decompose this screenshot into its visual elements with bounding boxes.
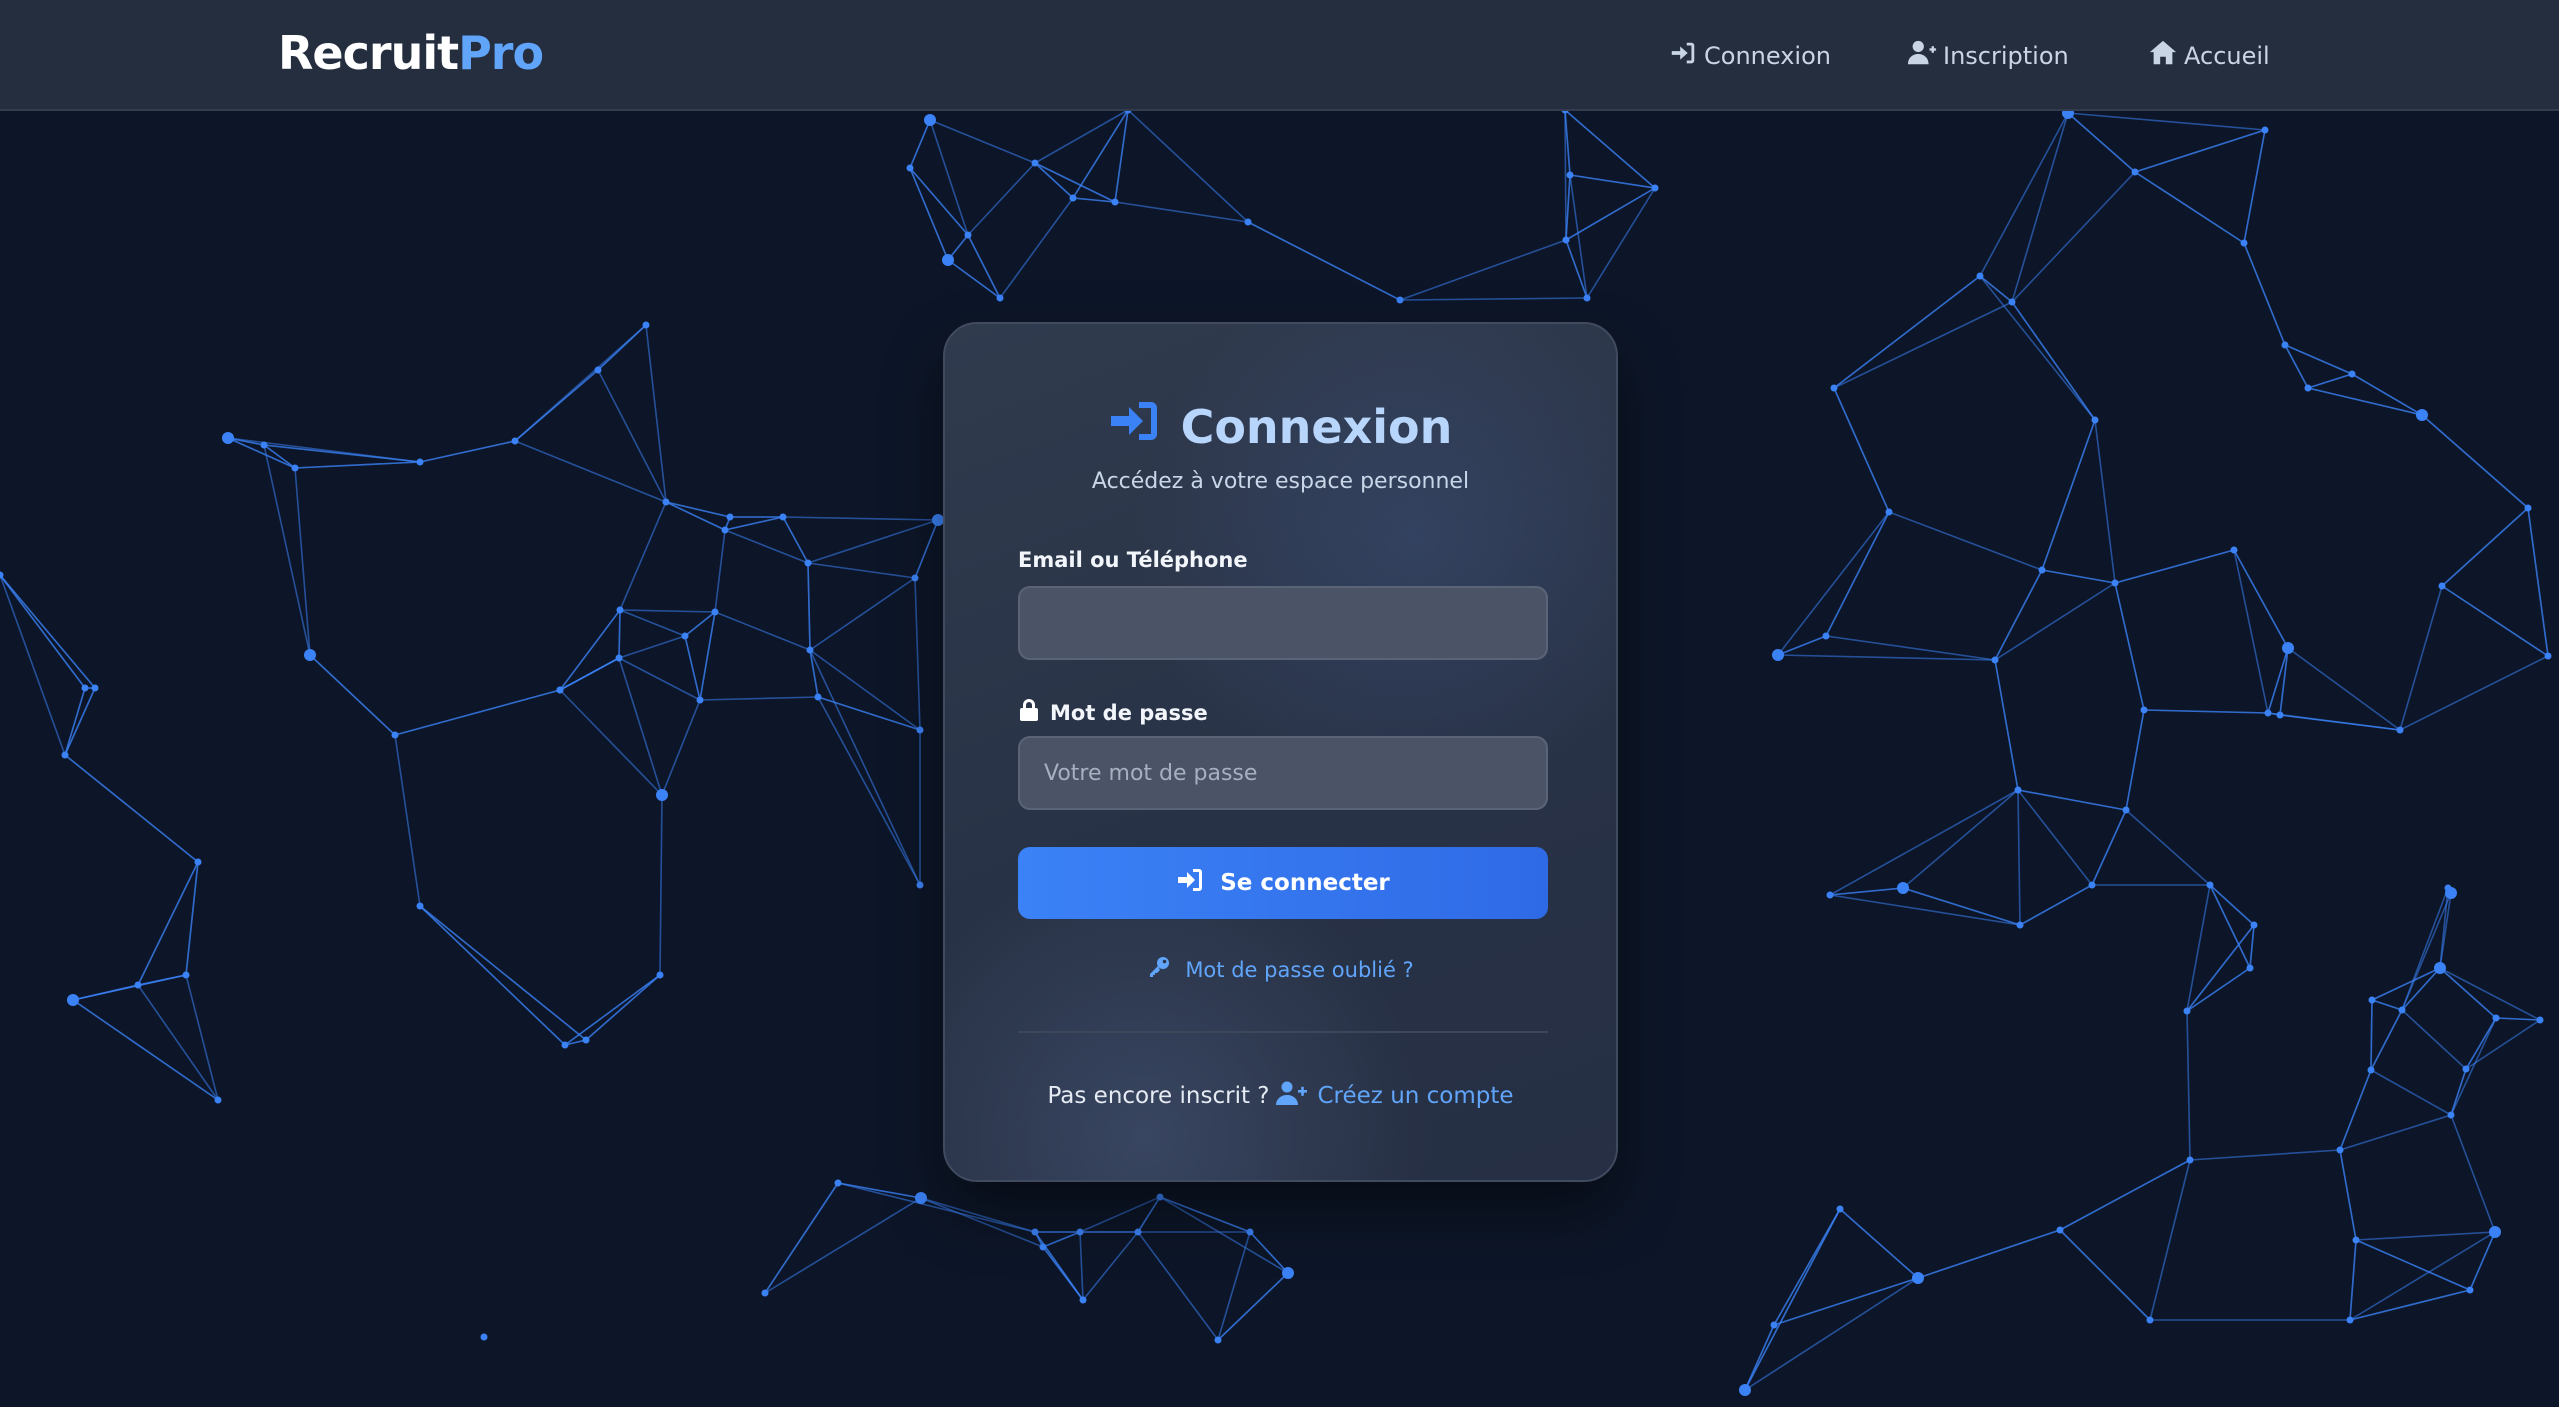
signup-row: Pas encore inscrit ? Créez un compte	[945, 1080, 1616, 1112]
card-title-text: Connexion	[1180, 399, 1453, 454]
user-plus-icon	[1907, 38, 1937, 74]
login-submit-button[interactable]: Se connecter	[1018, 847, 1548, 919]
key-icon	[1147, 955, 1171, 984]
user-plus-icon	[1275, 1080, 1308, 1112]
lock-icon	[1018, 698, 1040, 727]
password-input[interactable]	[1018, 736, 1548, 810]
brand-name-part2: Pro	[458, 26, 544, 80]
nav-link-accueil[interactable]: Accueil	[2148, 38, 2270, 74]
nav-link-label: Connexion	[1704, 42, 1831, 70]
submit-label: Se connecter	[1220, 870, 1390, 896]
nav-link-connexion[interactable]: Connexion	[1668, 38, 1831, 74]
brand-name-part1: Recruit	[278, 26, 459, 80]
forgot-password-label: Mot de passe oublié ?	[1185, 957, 1414, 982]
email-label: Email ou Téléphone	[1018, 548, 1248, 572]
home-icon	[2148, 38, 2178, 74]
forgot-password-link[interactable]: Mot de passe oublié ?	[945, 955, 1616, 984]
divider	[1018, 1031, 1548, 1033]
login-card: Connexion Accédez à votre espace personn…	[943, 322, 1618, 1182]
password-label: Mot de passe	[1018, 698, 1208, 727]
email-input[interactable]	[1018, 586, 1548, 660]
card-subtitle: Accédez à votre espace personnel	[1091, 469, 1470, 494]
nav-link-inscription[interactable]: Inscription	[1907, 38, 2069, 74]
sign-in-icon	[1668, 38, 1698, 74]
create-account-label: Créez un compte	[1317, 1083, 1514, 1109]
brand-logo[interactable]: RecruitPro	[278, 26, 544, 80]
nav-link-label: Accueil	[2184, 42, 2270, 70]
password-label-text: Mot de passe	[1050, 700, 1208, 725]
email-label-text: Email ou Téléphone	[1018, 548, 1248, 572]
sign-in-icon	[1109, 398, 1161, 455]
sign-in-icon	[1176, 867, 1204, 899]
navbar: RecruitPro Connexion Inscription Accueil	[0, 0, 2559, 111]
nav-link-label: Inscription	[1943, 42, 2069, 70]
create-account-link[interactable]: Créez un compte	[1275, 1080, 1514, 1112]
signup-prompt: Pas encore inscrit ?	[1047, 1083, 1270, 1109]
card-title: Connexion	[945, 398, 1616, 455]
